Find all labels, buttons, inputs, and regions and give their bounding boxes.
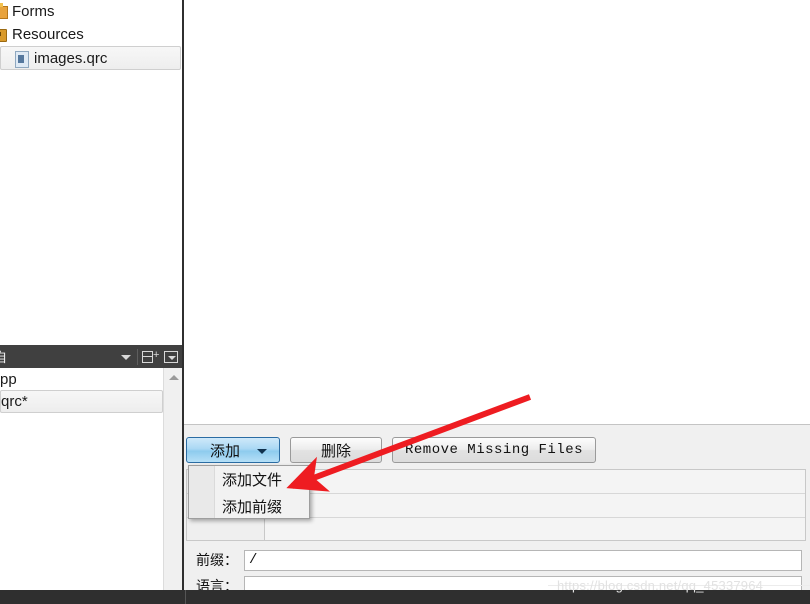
chevron-down-icon (257, 449, 267, 454)
resources-icon (0, 28, 8, 42)
remove-missing-files-label: Remove Missing Files (405, 442, 584, 458)
resource-button-row: 添加 删除 Remove Missing Files (186, 437, 597, 463)
add-dropdown-menu[interactable]: 添加文件 添加前缀 (188, 465, 310, 519)
remove-button[interactable]: 删除 (290, 437, 382, 463)
remove-button-label: 删除 (320, 442, 351, 460)
close-split-icon[interactable] (160, 346, 182, 368)
resource-editor-panel: 添加 删除 Remove Missing Files 前缀： / 语言： 添加文… (184, 424, 810, 597)
sidebar-toolbar: 自 + (0, 345, 182, 368)
tree-item-resources[interactable]: Resources (0, 23, 182, 46)
scroll-up-arrow-icon[interactable] (164, 368, 183, 387)
prefix-label: 前缀： (196, 552, 238, 568)
bottom-bar-divider (185, 590, 186, 604)
open-documents-list[interactable]: pp qrc* (0, 368, 163, 604)
qrc-file-icon (14, 50, 29, 68)
tree-item-forms[interactable]: Forms (0, 0, 182, 23)
menu-item-add-prefix[interactable]: 添加前缀 (189, 493, 309, 520)
tree-item-label: Resources (12, 26, 84, 43)
project-tree[interactable]: Forms Resources images.qrc (0, 0, 182, 345)
chevron-down-icon[interactable] (115, 346, 137, 368)
menu-item-label: 添加文件 (222, 472, 283, 489)
sidebar-view-combo[interactable]: 自 (0, 347, 115, 366)
editor-area: 添加 删除 Remove Missing Files 前缀： / 语言： 添加文… (184, 0, 810, 597)
forms-icon (0, 2, 8, 19)
tree-item-label: Forms (12, 3, 55, 20)
list-item[interactable]: pp (0, 368, 163, 390)
tree-item-images-qrc[interactable]: images.qrc (0, 46, 181, 70)
open-doc-label: pp (0, 370, 17, 388)
tree-item-label: images.qrc (34, 49, 108, 67)
open-documents-scrollbar[interactable] (163, 368, 182, 604)
prefix-input[interactable]: / (244, 549, 802, 571)
add-button[interactable]: 添加 (186, 437, 280, 463)
remove-missing-files-button[interactable]: Remove Missing Files (392, 437, 597, 463)
menu-item-add-files[interactable]: 添加文件 (189, 466, 309, 493)
watermark-text: https://blog.csdn.net/qq_45337964 (557, 578, 764, 593)
menu-item-label: 添加前缀 (222, 499, 283, 516)
split-editor-icon[interactable]: + (138, 346, 160, 368)
list-item[interactable]: qrc* (0, 390, 163, 413)
app-window: Forms Resources images.qrc 自 + pp qrc* 添… (0, 0, 810, 604)
open-doc-label: qrc* (1, 393, 28, 410)
prefix-field-row: 前缀： / (186, 549, 802, 571)
